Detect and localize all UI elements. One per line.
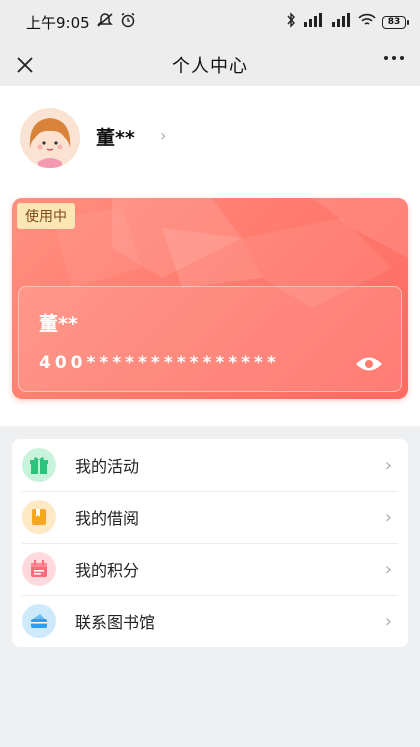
menu-item-contact-library[interactable]: 联系图书馆 ›	[12, 595, 408, 647]
card-number: 400***************	[39, 353, 280, 373]
profile-section: 董** › 使用中 董** 400***************	[0, 86, 420, 426]
bluetooth-icon	[286, 12, 296, 32]
menu-label: 我的活动	[75, 457, 140, 476]
signal-icon-2	[330, 13, 352, 31]
menu-item-borrowing[interactable]: 我的借阅 ›	[12, 491, 408, 543]
menu-item-points[interactable]: 我的积分 ›	[12, 543, 408, 595]
library-icon	[22, 604, 56, 638]
calendar-icon	[22, 552, 56, 586]
menu-item-activities[interactable]: 我的活动 ›	[12, 439, 408, 491]
gift-icon	[22, 448, 56, 482]
menu-list: 我的活动 › 我的借阅 › 我的积分 › 联系图书馆 ›	[12, 439, 408, 647]
library-card[interactable]: 使用中 董** 400***************	[12, 198, 408, 399]
wifi-icon	[358, 13, 376, 31]
menu-label: 联系图书馆	[75, 613, 156, 632]
chevron-right-icon: ›	[384, 454, 392, 476]
book-icon	[22, 500, 56, 534]
chevron-right-icon[interactable]: ›	[160, 126, 166, 145]
page-title: 个人中心	[172, 56, 248, 77]
status-time: 上午9:05	[26, 13, 90, 32]
signal-icon	[302, 13, 324, 31]
alarm-icon	[120, 12, 136, 32]
card-holder-name: 董**	[39, 313, 78, 335]
user-name[interactable]: 董**	[96, 123, 135, 150]
card-inner-panel: 董** 400***************	[18, 286, 402, 392]
more-icon[interactable]	[384, 56, 404, 60]
chevron-right-icon: ›	[384, 610, 392, 632]
avatar[interactable]	[20, 108, 80, 168]
eye-icon[interactable]	[355, 355, 383, 377]
chevron-right-icon: ›	[384, 558, 392, 580]
status-badge: 使用中	[17, 203, 75, 229]
menu-label: 我的借阅	[75, 509, 140, 528]
battery-icon: 83	[382, 15, 409, 29]
menu-label: 我的积分	[75, 561, 140, 580]
nav-bar: 个人中心	[0, 44, 420, 86]
chevron-right-icon: ›	[384, 506, 392, 528]
status-bar: 上午9:05 83	[0, 0, 420, 44]
close-icon[interactable]	[12, 52, 38, 78]
mute-icon	[96, 12, 114, 32]
